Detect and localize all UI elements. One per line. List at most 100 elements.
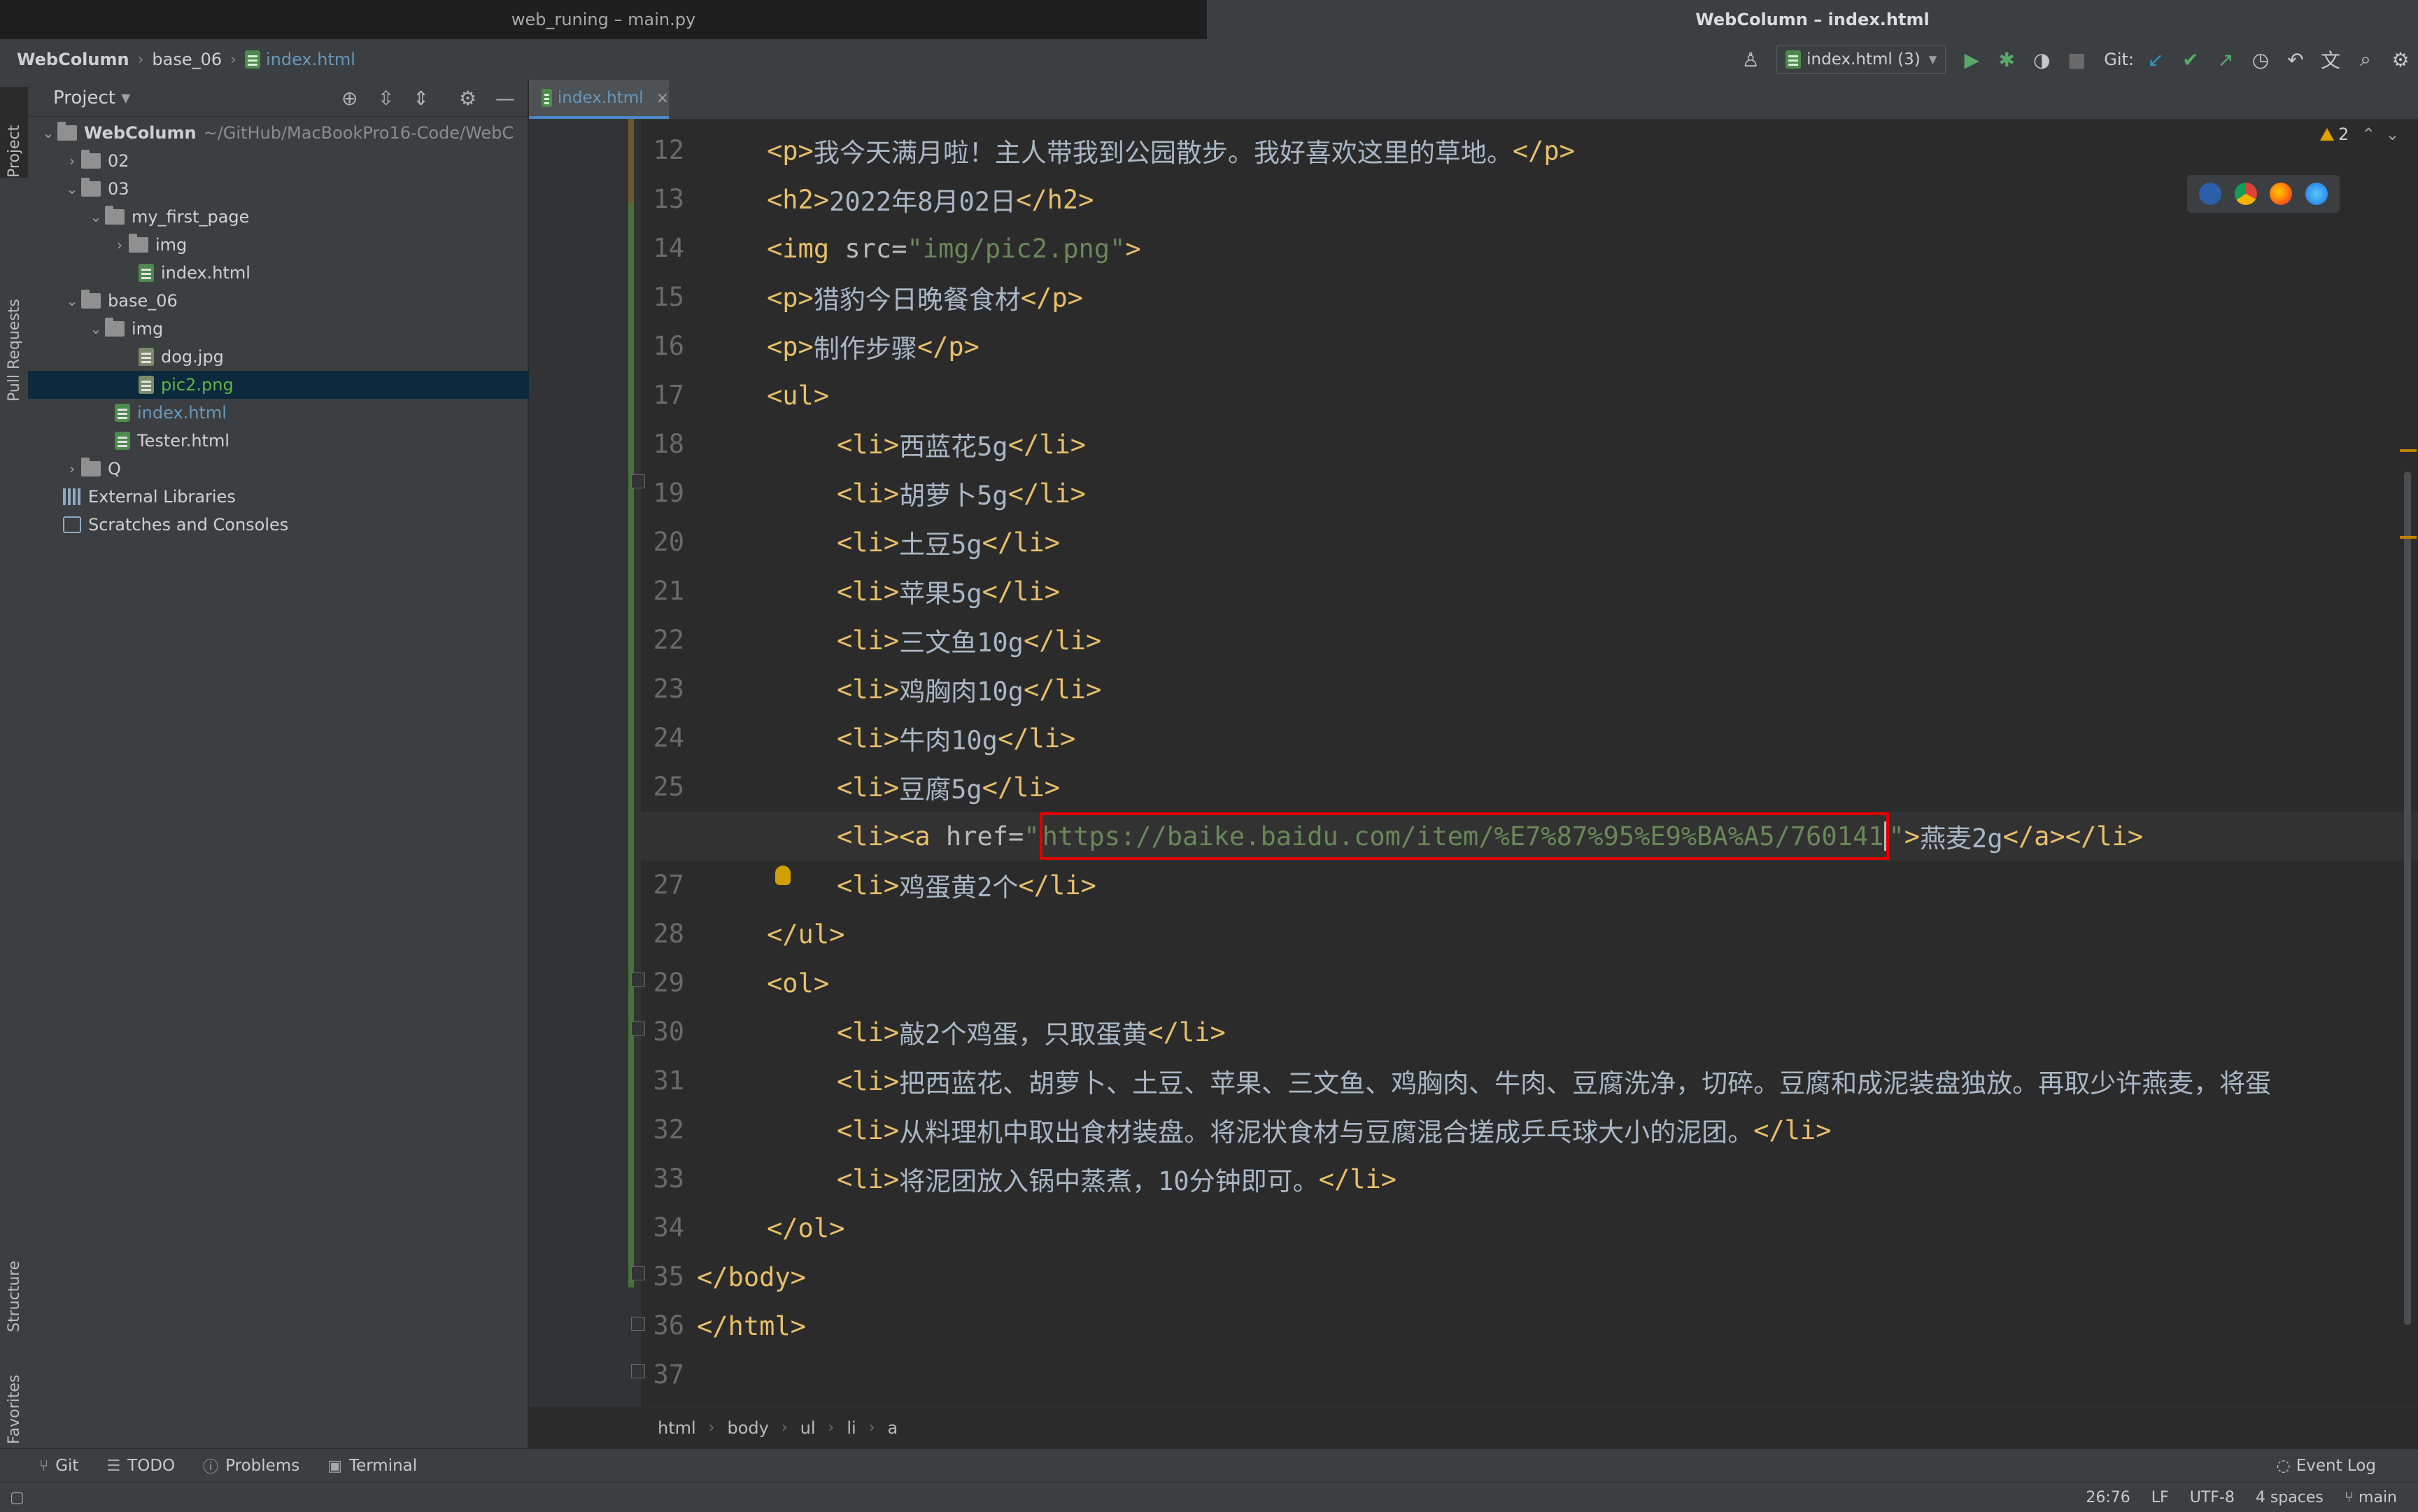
gear-icon[interactable]: ⚙ [459,87,476,110]
tree-item-base-06[interactable]: ⌄ base_06 [28,287,563,315]
git-branch[interactable]: ⑂ main [2345,1489,2397,1506]
code-line-26[interactable]: <li><a href= " https://baike.baidu.com/ite… [641,812,2418,861]
image-file-icon [139,348,154,366]
code-line-16[interactable]: <p> 制作步骤 </p> [641,322,980,371]
code-line-20[interactable]: <li> 土豆5g </li> [641,518,1060,567]
code-line-33[interactable]: <li> 将泥团放入锅中蒸煮，10分钟即可。 </li> [641,1154,1397,1203]
debug-icon[interactable]: ✱ [1995,48,2018,71]
code-line-24[interactable]: <li> 牛肉10g </li> [641,714,1075,763]
stop-icon[interactable]: ■ [2065,48,2088,71]
close-icon[interactable]: × [656,90,669,107]
code-line-32[interactable]: <li> 从料理机中取出食材装盘。将泥状食材与豆腐混合搓成乒乓球大小的泥团。 </l… [641,1105,1832,1154]
tree-item-tester-html[interactable]: Tester.html [28,427,614,455]
nav-crumb-project[interactable]: WebColumn [17,50,129,69]
highlighted-url[interactable]: https://baike.baidu.com/item/%E7%87%95%E… [1039,812,1889,860]
tool-problems[interactable]: ⓘ Problems [203,1455,299,1477]
safari-icon[interactable] [2305,183,2328,205]
tree-item-webcolumn[interactable]: ⌄ WebColumn ~/GitHub/MacBookPro16-Code/We… [28,119,539,147]
run-icon[interactable]: ▶ [1960,48,1984,71]
nav-crumb-file[interactable]: index.html [244,50,355,69]
tree-item-img[interactable]: ⌄ img [28,315,586,343]
crumb-separator-icon: › [137,50,144,69]
breadcrumb-ul[interactable]: ul [800,1418,816,1438]
caret-position[interactable]: 26:76 [2086,1489,2130,1506]
git-update-icon[interactable]: ↙ [2144,48,2168,71]
history-icon[interactable]: ◷ [2249,48,2272,71]
breadcrumb-body[interactable]: body [727,1418,768,1438]
code-line-29[interactable]: <ol> [641,959,829,1008]
editor-scrollbar[interactable] [2404,472,2411,1325]
expand-all-icon[interactable]: ⇳ [378,87,394,110]
tab-favorites[interactable]: Favorites [0,1346,28,1444]
code-line-21[interactable]: <li> 苹果5g </li> [641,567,1060,616]
tool-terminal[interactable]: ▣ Terminal [327,1457,417,1475]
code-line-17[interactable]: <ul> [641,371,829,420]
project-panel-title[interactable]: Project ▾ [53,87,130,108]
indent-setting[interactable]: 4 spaces [2256,1489,2324,1506]
locate-icon[interactable]: ⊕ [341,87,358,110]
search-icon[interactable]: ⌕ [2354,48,2377,71]
code-line-19[interactable]: <li> 胡萝卜5g </li> [641,469,1086,518]
webstorm-browser-icon[interactable] [2199,183,2222,205]
firefox-icon[interactable] [2270,183,2293,205]
gear-icon[interactable]: ⚙ [2389,48,2412,71]
chevron-up-icon[interactable]: ⌃ [2361,125,2375,144]
code-area[interactable]: 12 <p> 我今天满月啦！主人带我到公园散步。我好喜欢这里的草地。 </p> 13… [641,119,2418,1406]
code-line-23[interactable]: <li> 鸡胸肉10g </li> [641,665,1101,714]
breadcrumb-li[interactable]: li [847,1418,856,1438]
vcs-modified-marker [628,119,634,203]
rollback-icon[interactable]: ↶ [2284,48,2307,71]
intention-bulb-icon[interactable] [775,865,791,885]
inactive-window-title[interactable]: web_runing – main.py [0,0,1207,39]
line-separator[interactable]: LF [2151,1489,2169,1506]
toggle-panels-icon[interactable]: ▢ [10,1489,24,1506]
code-line-22[interactable]: <li> 三文鱼10g </li> [641,616,1101,665]
file-encoding[interactable]: UTF-8 [2190,1489,2235,1506]
nav-crumb-folder[interactable]: base_06 [152,50,222,69]
active-window-title[interactable]: WebColumn – index.html [1207,0,2418,39]
chevron-down-icon[interactable]: ⌄ [2385,125,2399,144]
tool-event-log[interactable]: ◌ Event Log [2277,1457,2376,1475]
breadcrumb-html[interactable]: html [658,1418,696,1438]
tree-item-scratches[interactable]: Scratches and Consoles [28,511,563,539]
code-line-18[interactable]: <li> 西蓝花5g </li> [641,420,1086,469]
tree-item-external-libraries[interactable]: External Libraries [28,483,563,511]
translate-icon[interactable]: 文 [2319,48,2342,72]
crumb-separator-icon: › [708,1419,715,1436]
code-line-30[interactable]: <li> 敲2个鸡蛋，只取蛋黄 </li> [641,1008,1226,1057]
code-line-34[interactable]: </ol> [641,1203,844,1252]
code-line-31[interactable]: <li> 把西蓝花、胡萝卜、土豆、苹果、三文鱼、鸡胸肉、牛肉、豆腐洗净，切碎。豆腐… [641,1057,2271,1105]
tree-item-index-html[interactable]: index.html [28,399,614,427]
code-line-15[interactable]: <p> 猎豹今日晚餐食材 </p> [641,273,1083,322]
tab-project[interactable]: Project [0,87,28,178]
code-line-35[interactable]: </body> [641,1252,806,1301]
tab-structure[interactable]: Structure [0,1227,28,1332]
run-config-select[interactable]: index.html (3) ▾ [1776,45,1946,74]
tree-item-03[interactable]: ⌄ 03 [28,175,563,203]
hide-panel-icon[interactable]: — [495,87,515,110]
coverage-icon[interactable]: ◑ [2030,48,2053,71]
code-line-25[interactable]: <li> 豆腐5g </li> [641,763,1060,812]
code-line-27[interactable]: <li> 鸡蛋黄2个 </li> [641,861,1096,910]
user-icon[interactable]: ♙ [1739,48,1762,71]
code-line-28[interactable]: </ul> [641,910,844,959]
tree-item-02[interactable]: › 02 [28,147,563,175]
tab-index-html[interactable]: index.html × [529,80,669,119]
code-line-13[interactable]: <h2> 2022年8月02日 </h2> [641,175,1094,224]
code-line-12[interactable]: <p> 我今天满月啦！主人带我到公园散步。我好喜欢这里的草地。 </p> [641,126,1575,175]
chrome-icon[interactable] [2234,183,2257,205]
warnings-indicator[interactable]: 2 ⌃ ⌄ [2320,125,2400,144]
tree-item-img[interactable]: › img [28,231,610,259]
tree-item-my-first-page[interactable]: ⌄ my_first_page [28,203,586,231]
breadcrumb-a[interactable]: a [888,1418,898,1438]
code-line-36[interactable]: </html> [641,1301,806,1350]
tree-item-q[interactable]: › Q [28,455,563,483]
git-commit-icon[interactable]: ✔ [2179,48,2203,71]
tab-pull-requests[interactable]: Pull Requests [0,192,28,402]
git-push-icon[interactable]: ↗ [2214,48,2237,71]
tool-git[interactable]: ⑂ Git [39,1457,78,1475]
collapse-all-icon[interactable]: ⇕ [413,87,429,110]
code-line-14[interactable]: <img src= "img/pic2.png" > [641,224,1141,273]
code-line-37[interactable] [641,1350,697,1399]
tool-todo[interactable]: ☰ TODO [106,1457,175,1475]
